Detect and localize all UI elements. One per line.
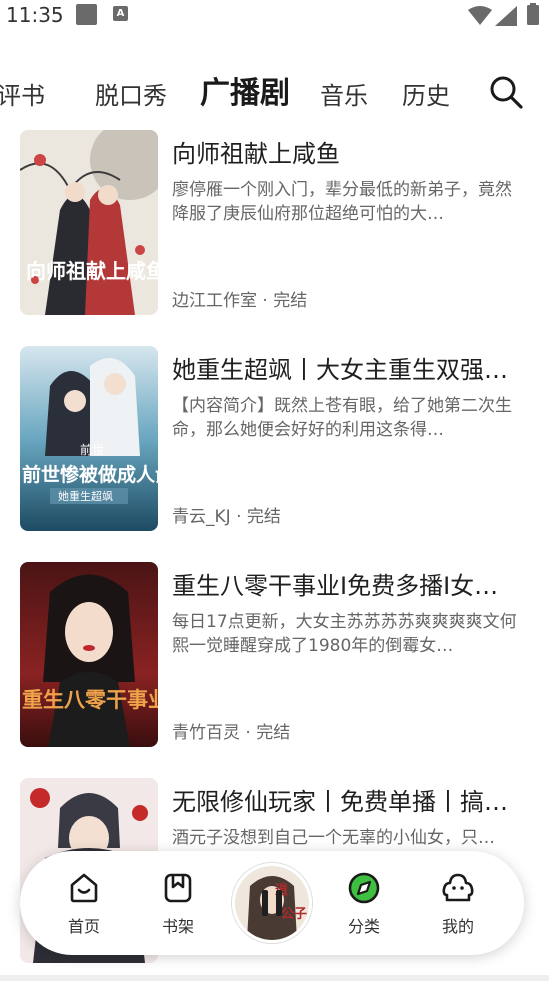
album-description: 廖停雁一个刚入门，辈分最低的新弟子，竟然降服了庚辰仙府那位超绝可怕的大… — [172, 180, 512, 224]
album-title[interactable]: 向师祖献上咸鱼 — [172, 134, 522, 169]
nav-home-label: 首页 — [67, 917, 100, 936]
album-author: 青云_KJ — [172, 507, 231, 527]
cover-prefix-text: 前世 — [80, 442, 104, 457]
cover-title-text: 前世惨被做成人彘 — [22, 463, 158, 486]
list-item[interactable]: 向师祖献上咸鱼 向师祖献上咸鱼 廖停雁一个刚入门，辈分最低的新弟子，竟然降服了庚… — [0, 130, 549, 316]
list-item[interactable]: 重生八零干事业 重生八零干事业I免费多播I女… 每日17点更新，大女主苏苏苏苏爽… — [0, 562, 549, 748]
album-description: 【内容简介】既然上苍有眼，给了她第二次生命，那么她便会好好的利用这条得… — [172, 396, 512, 440]
player-cover: 逍 公子 — [235, 866, 309, 940]
notification-square-icon — [76, 4, 97, 25]
cover-title-text: 重生八零干事业 — [22, 687, 158, 712]
category-tabs: 评书 脱口秀 广播剧 音乐 历史 — [0, 62, 549, 122]
nav-category[interactable]: 分类 — [334, 871, 394, 941]
gesture-bar — [0, 975, 549, 981]
cover-subtitle-text: 她重生超飒 — [58, 489, 113, 503]
meta-separator: · — [262, 291, 268, 311]
nav-category-label: 分类 — [347, 917, 380, 936]
battery-icon — [527, 3, 539, 25]
tab-storytelling[interactable]: 评书 — [0, 76, 45, 111]
nav-home[interactable]: 首页 — [54, 871, 114, 941]
profile-icon — [442, 873, 474, 902]
album-title[interactable]: 重生八零干事业I免费多播I女… — [172, 566, 522, 601]
album-title[interactable]: 无限修仙玩家丨免费单播丨搞… — [172, 782, 522, 817]
search-icon[interactable] — [488, 74, 524, 110]
album-status: 完结 — [246, 507, 281, 527]
album-author: 青竹百灵 — [172, 723, 240, 743]
nav-profile-label: 我的 — [441, 917, 474, 936]
tab-radio-drama[interactable]: 广播剧 — [200, 68, 290, 112]
meta-separator: · — [236, 507, 242, 527]
tab-history[interactable]: 历史 — [402, 76, 450, 111]
cover-title-text: 向师祖献上咸鱼 — [26, 259, 158, 283]
album-status: 完结 — [256, 723, 291, 743]
album-title[interactable]: 她重生超飒丨大女主重生双强… — [172, 350, 522, 385]
album-meta: 边江工作室 · 完结 — [172, 286, 307, 311]
bookshelf-icon — [164, 873, 192, 903]
nav-profile[interactable]: 我的 — [428, 871, 488, 941]
tab-music[interactable]: 音乐 — [320, 76, 368, 111]
status-time: 11:35 — [6, 3, 64, 27]
app-notification-icon: A — [113, 6, 128, 21]
signal-icon — [495, 6, 517, 26]
status-bar: 11:35 A — [0, 0, 549, 30]
album-meta: 青竹百灵 · 完结 — [172, 718, 290, 743]
album-cover[interactable]: 向师祖献上咸鱼 — [20, 130, 158, 315]
nav-bookshelf[interactable]: 书架 — [148, 871, 208, 941]
category-compass-icon — [348, 872, 380, 904]
now-playing-button[interactable]: 逍 公子 — [232, 863, 312, 943]
player-cover-mark: 公子 — [281, 907, 307, 922]
tab-clip: 评书 — [0, 62, 58, 122]
wifi-icon — [468, 6, 492, 25]
meta-separator: · — [245, 723, 251, 743]
nav-bookshelf-label: 书架 — [161, 917, 194, 936]
album-cover[interactable]: 重生八零干事业 — [20, 562, 158, 747]
album-status: 完结 — [273, 291, 308, 311]
tab-talk-show[interactable]: 脱口秀 — [95, 76, 167, 111]
album-cover[interactable]: 前世 前世惨被做成人彘 她重生超飒 — [20, 346, 158, 531]
album-description: 每日17点更新，大女主苏苏苏苏爽爽爽爽文何熙一觉睡醒穿成了1980年的倒霉女… — [172, 612, 517, 656]
bottom-navigation: 首页 书架 逍 公子 分类 我的 — [20, 851, 524, 955]
list-item[interactable]: 前世 前世惨被做成人彘 她重生超飒 她重生超飒丨大女主重生双强… 【内容简介】既… — [0, 346, 549, 532]
album-author: 边江工作室 — [172, 291, 257, 311]
home-smile-icon — [70, 873, 98, 903]
album-description: 酒元子没想到自己一个无辜的小仙女，只… — [172, 828, 495, 848]
album-meta: 青云_KJ · 完结 — [172, 502, 281, 527]
